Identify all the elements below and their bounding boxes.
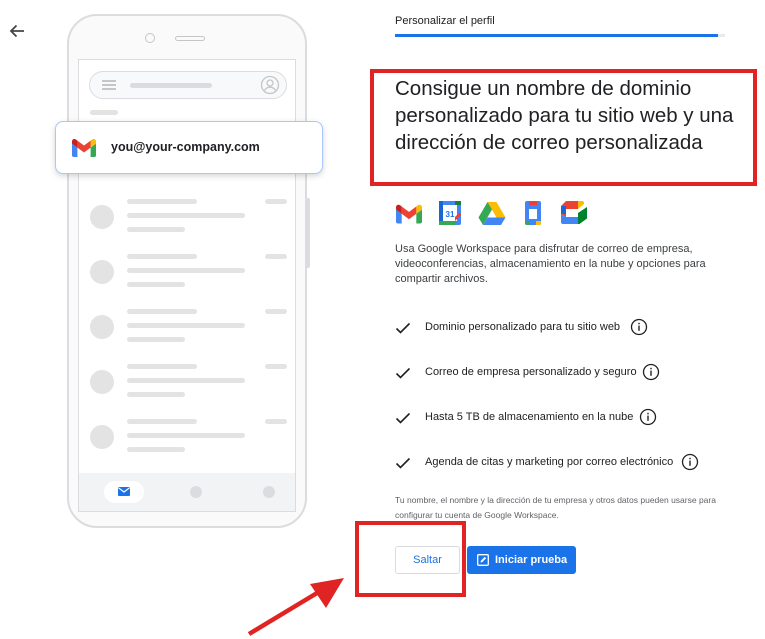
mock-line	[127, 447, 185, 452]
mock-line	[127, 213, 245, 218]
step-progress-fill	[395, 34, 719, 37]
mock-line	[127, 199, 197, 204]
mock-line	[127, 419, 197, 424]
mock-search-placeholder	[130, 83, 212, 88]
phone-side-button	[307, 198, 310, 268]
start-trial-button[interactable]: Iniciar prueba	[467, 546, 576, 574]
mock-line	[127, 433, 245, 438]
arrow-back-icon[interactable]	[8, 22, 26, 40]
feature-label: Dominio personalizado para tu sitio web	[425, 321, 621, 333]
svg-text:31: 31	[446, 210, 455, 219]
mock-avatar	[90, 425, 114, 449]
mock-line	[127, 227, 185, 232]
drive-icon	[478, 202, 506, 225]
docs-icon	[525, 201, 541, 225]
feature-label: Correo de empresa personalizado y seguro	[425, 366, 637, 378]
mock-line	[127, 364, 197, 369]
account-icon	[260, 75, 280, 95]
mock-line	[127, 378, 245, 383]
mail-nav-icon	[104, 481, 144, 503]
gmail-icon	[396, 204, 422, 224]
mock-line	[127, 323, 245, 328]
checkmark-icon	[395, 367, 411, 379]
checkmark-icon	[395, 457, 411, 469]
mock-avatar	[90, 205, 114, 229]
mock-time	[265, 199, 287, 204]
mock-section-label	[90, 110, 118, 115]
mock-line	[127, 254, 197, 259]
mock-email-row	[79, 199, 295, 245]
checkmark-icon	[395, 322, 411, 334]
mock-line	[127, 268, 245, 273]
feature-label: Hasta 5 TB de almacenamiento en la nube	[425, 411, 634, 423]
calendar-icon: 31	[439, 201, 461, 225]
step-label: Personalizar el perfil	[395, 15, 495, 27]
info-icon[interactable]	[681, 453, 699, 471]
annotation-arrow-icon	[247, 578, 344, 636]
mock-avatar	[90, 370, 114, 394]
mock-line	[127, 337, 185, 342]
fine-print: Tu nombre, el nombre y la dirección de t…	[395, 495, 716, 520]
info-icon[interactable]	[630, 318, 648, 336]
mock-search-bar	[89, 71, 287, 99]
start-trial-label: Iniciar prueba	[495, 554, 568, 566]
mock-email-row	[79, 419, 295, 465]
phone-camera	[145, 33, 155, 43]
mock-line	[127, 309, 197, 314]
description-text: Usa Google Workspace para disfrutar de c…	[395, 243, 706, 285]
mock-avatar	[90, 260, 114, 284]
menu-icon	[102, 80, 116, 90]
mock-time	[265, 309, 287, 314]
mock-line	[127, 282, 185, 287]
email-address-card: you@your-company.com	[55, 121, 323, 174]
phone-illustration	[67, 14, 307, 528]
info-icon[interactable]	[639, 408, 657, 426]
checkmark-icon	[395, 412, 411, 424]
mock-bottom-nav	[79, 473, 295, 511]
email-address: you@your-company.com	[111, 140, 260, 154]
mock-time	[265, 419, 287, 424]
gmail-logo-icon	[72, 139, 96, 157]
mock-time	[265, 364, 287, 369]
feature-label: Agenda de citas y marketing por correo e…	[425, 456, 674, 468]
step-progress-bar	[395, 34, 725, 37]
skip-button[interactable]: Saltar	[395, 546, 460, 574]
phone-speaker	[175, 36, 205, 41]
mock-time	[265, 254, 287, 259]
mock-email-row	[79, 309, 295, 355]
mock-line	[127, 392, 185, 397]
nav-dot-icon	[190, 486, 202, 498]
info-icon[interactable]	[642, 363, 660, 381]
mock-email-row	[79, 364, 295, 410]
edit-icon	[477, 554, 489, 566]
mock-avatar	[90, 315, 114, 339]
nav-dot-icon	[263, 486, 275, 498]
meet-icon	[561, 201, 587, 224]
mock-email-row	[79, 254, 295, 300]
headline-highlight-box	[370, 69, 757, 186]
